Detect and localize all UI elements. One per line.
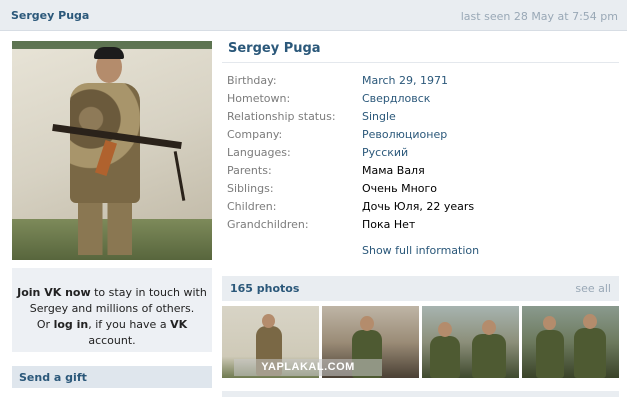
info-label: Birthday: bbox=[227, 74, 277, 87]
info-value: Пока Нет bbox=[362, 218, 416, 231]
show-full-information-link[interactable]: Show full information bbox=[362, 244, 479, 257]
info-row: Siblings: Очень Много bbox=[227, 180, 617, 198]
info-row: Grandchildren: Пока Нет bbox=[227, 216, 617, 234]
info-label: Grandchildren: bbox=[227, 218, 309, 231]
divider bbox=[222, 62, 619, 63]
photos-header: 165 photos see all bbox=[222, 276, 619, 301]
info-row: Children: Дочь Юля, 22 years bbox=[227, 198, 617, 216]
info-row: Hometown: Свердловск bbox=[227, 90, 617, 108]
info-value[interactable]: Русский bbox=[362, 146, 408, 159]
profile-info-list: Birthday: March 29, 1971 Hometown: Свердлов… bbox=[227, 72, 617, 234]
photo-thumbnail[interactable] bbox=[522, 306, 619, 378]
info-row: Parents: Мама Валя bbox=[227, 162, 617, 180]
profile-name: Sergey Puga bbox=[228, 41, 321, 56]
info-label: Languages: bbox=[227, 146, 291, 159]
info-label: Hometown: bbox=[227, 92, 291, 105]
info-value: Мама Валя bbox=[362, 164, 425, 177]
watermark-logo: YAPLAKAL.COM bbox=[234, 359, 382, 376]
info-row: Relationship status: Single bbox=[227, 108, 617, 126]
see-all-photos-link[interactable]: see all bbox=[575, 282, 611, 295]
info-label: Parents: bbox=[227, 164, 272, 177]
info-row: Birthday: March 29, 1971 bbox=[227, 72, 617, 90]
profile-page: Join VK now to stay in touch with Sergey… bbox=[0, 31, 627, 397]
info-value[interactable]: Свердловск bbox=[362, 92, 430, 105]
join-vk-link[interactable]: Join VK now bbox=[17, 286, 91, 299]
info-value[interactable]: Single bbox=[362, 110, 396, 123]
top-bar: Sergey Puga last seen 28 May at 7:54 pm bbox=[0, 0, 627, 31]
info-label: Children: bbox=[227, 200, 277, 213]
photos-count-link[interactable]: 165 photos bbox=[230, 282, 299, 295]
profile-photo[interactable] bbox=[12, 41, 212, 260]
photo-thumbnail[interactable] bbox=[422, 306, 519, 378]
info-row: Company: Революционер bbox=[227, 126, 617, 144]
info-row: Languages: Русский bbox=[227, 144, 617, 162]
info-value[interactable]: Революционер bbox=[362, 128, 447, 141]
info-label: Siblings: bbox=[227, 182, 274, 195]
log-in-link[interactable]: log in bbox=[54, 318, 89, 331]
send-gift-button[interactable]: Send a gift bbox=[12, 366, 212, 388]
top-bar-name[interactable]: Sergey Puga bbox=[11, 9, 89, 22]
info-label: Company: bbox=[227, 128, 283, 141]
info-value: Дочь Юля, 22 years bbox=[362, 200, 475, 213]
last-seen-status: last seen 28 May at 7:54 pm bbox=[460, 10, 618, 23]
join-vk-box: Join VK now to stay in touch with Sergey… bbox=[12, 268, 212, 352]
info-value[interactable]: March 29, 1971 bbox=[362, 74, 448, 87]
info-label: Relationship status: bbox=[227, 110, 336, 123]
bottom-strip bbox=[222, 391, 619, 397]
info-value: Очень Много bbox=[362, 182, 438, 195]
left-column: Join VK now to stay in touch with Sergey… bbox=[12, 41, 212, 388]
